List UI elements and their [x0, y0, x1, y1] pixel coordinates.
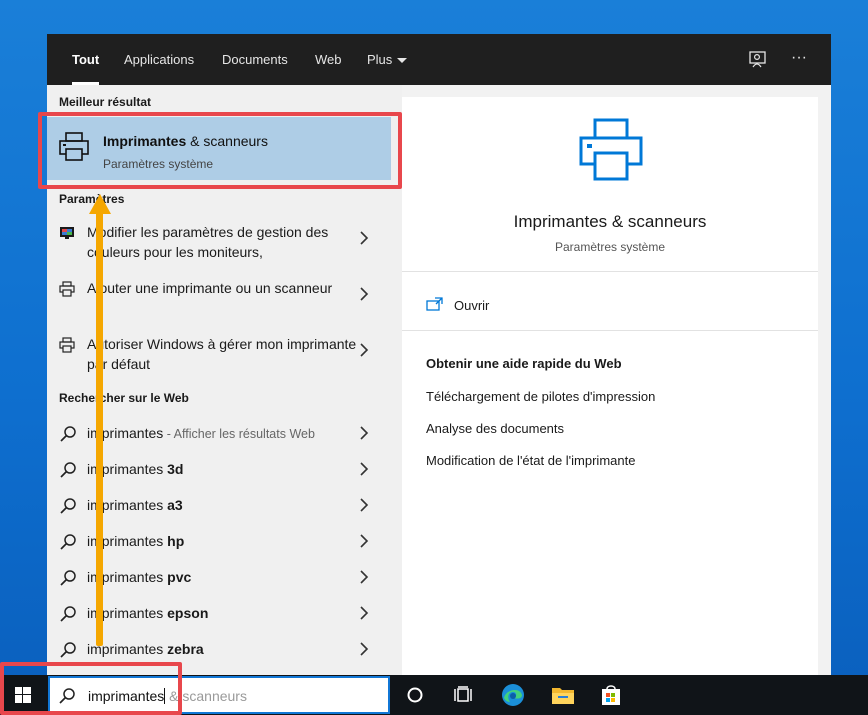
chevron-right-icon[interactable] [358, 425, 370, 446]
task-view-icon[interactable] [450, 682, 476, 708]
monitor-color-icon [59, 225, 75, 246]
windows-logo-icon [15, 687, 31, 703]
chevron-right-icon[interactable] [358, 605, 370, 626]
preview-pane: Imprimantes & scanneurs Paramètres systè… [402, 85, 831, 675]
best-match-name: Imprimantes & scanneurs [103, 133, 268, 149]
search-icon [59, 497, 77, 520]
tab-documents[interactable]: Documents [222, 34, 288, 85]
printer-icon [59, 281, 75, 302]
cortana-icon[interactable] [402, 682, 428, 708]
web-suggestion-label: imprimantes zebra [87, 641, 204, 657]
tab-plus-label: Plus [367, 52, 393, 67]
start-button[interactable] [0, 675, 46, 715]
printer-icon [59, 337, 75, 358]
search-icon [59, 533, 77, 556]
file-explorer-icon[interactable] [550, 682, 576, 708]
printer-icon [57, 130, 91, 169]
tab-web[interactable]: Web [315, 34, 342, 85]
taskbar: imprimantes & scanneurs [0, 675, 868, 715]
web-suggestion-label: imprimantes pvc [87, 569, 192, 585]
tab-plus[interactable]: Plus [367, 34, 408, 85]
divider [402, 271, 818, 272]
open-label: Ouvrir [454, 298, 490, 313]
web-suggestion-label: imprimantes 3d [87, 461, 184, 477]
open-window-icon [426, 297, 443, 311]
chevron-right-icon[interactable] [358, 461, 370, 482]
settings-item-label: Autoriser Windows à gérer mon imprimante… [87, 336, 357, 372]
web-search-heading: Rechercher sur le Web [59, 391, 189, 405]
settings-item-label: Modifier les paramètres de gestion des c… [87, 224, 329, 260]
store-icon[interactable] [598, 682, 624, 708]
best-match-heading: Meilleur résultat [59, 95, 152, 109]
search-icon [59, 605, 77, 628]
settings-item-label: Ajouter une imprimante ou un scanneur [87, 280, 333, 296]
chevron-down-icon [397, 58, 408, 64]
printer-icon [578, 117, 644, 188]
divider [402, 330, 818, 331]
annotation-arrow [96, 210, 103, 646]
tab-applications[interactable]: Applications [124, 34, 194, 85]
chevron-right-icon[interactable] [358, 342, 370, 363]
best-match-subtitle: Paramètres système [103, 157, 214, 171]
preview-subtitle: Paramètres système [554, 240, 666, 254]
search-icon [59, 425, 77, 448]
web-suggestion-label: imprimantes - Afficher les résultats Web [87, 425, 315, 441]
tab-tout[interactable]: Tout [72, 34, 100, 85]
search-input[interactable]: imprimantes & scanneurs [88, 688, 247, 704]
help-link-printer-status[interactable]: Modification de l'état de l'imprimante [426, 453, 635, 468]
help-link-driver-download[interactable]: Téléchargement de pilotes d'impression [426, 389, 655, 404]
search-icon [59, 641, 77, 664]
chevron-right-icon[interactable] [358, 230, 370, 251]
best-match-item[interactable]: Imprimantes & scanneurs Paramètres systè… [47, 117, 391, 180]
web-suggestion-label: imprimantes epson [87, 605, 209, 621]
search-tab-bar: Tout Applications Documents Web Plus ··· [47, 34, 831, 85]
search-icon [59, 569, 77, 592]
chevron-right-icon[interactable] [358, 569, 370, 590]
more-options-icon[interactable]: ··· [786, 47, 812, 73]
search-panel: Tout Applications Documents Web Plus ···… [47, 34, 831, 675]
preview-title: Imprimantes & scanneurs [513, 212, 707, 231]
web-suggestion-label: imprimantes hp [87, 533, 185, 549]
help-link-scan-documents[interactable]: Analyse des documents [426, 421, 564, 436]
search-icon [58, 687, 76, 710]
feedback-icon[interactable] [745, 47, 771, 73]
chevron-right-icon[interactable] [358, 641, 370, 662]
chevron-right-icon[interactable] [358, 497, 370, 518]
edge-icon[interactable] [500, 682, 526, 708]
web-suggestion-label: imprimantes a3 [87, 497, 183, 513]
taskbar-search-box[interactable]: imprimantes & scanneurs [48, 676, 390, 714]
preview-card: Imprimantes & scanneurs Paramètres systè… [402, 97, 818, 675]
search-icon [59, 461, 77, 484]
chevron-right-icon[interactable] [358, 533, 370, 554]
quick-help-heading: Obtenir une aide rapide du Web [426, 356, 622, 371]
chevron-right-icon[interactable] [358, 286, 370, 307]
